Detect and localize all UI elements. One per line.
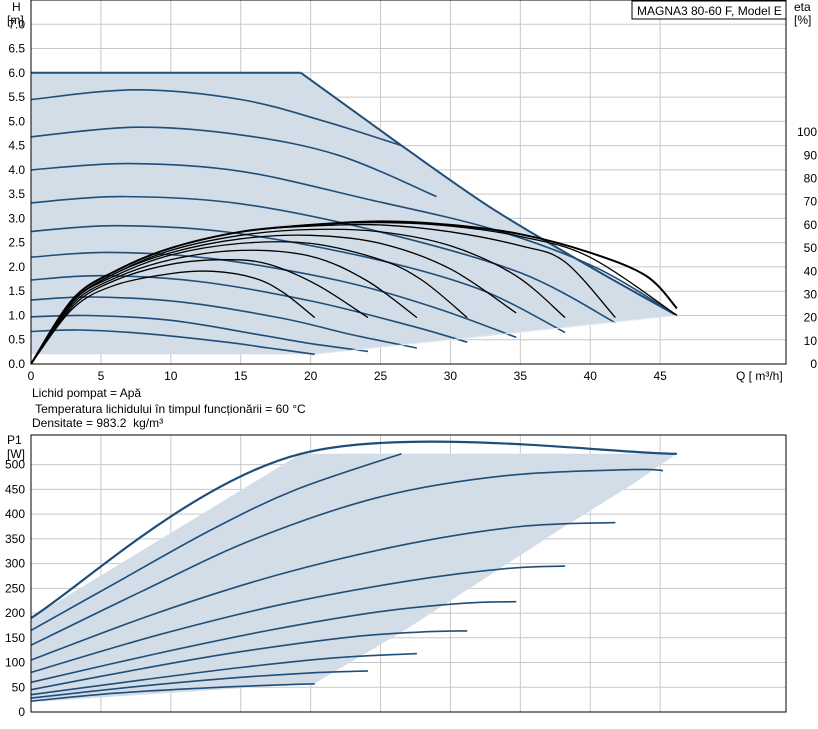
eta-tick-label: 10 — [804, 334, 818, 348]
x-tick-label: 45 — [653, 369, 667, 383]
head-tick-label: 6.0 — [8, 66, 25, 80]
head-tick-label: 5.5 — [8, 90, 25, 104]
power-tick-label: 0 — [18, 705, 25, 719]
eta-axis-label-unit: [%] — [794, 13, 811, 27]
eta-axis-label: eta — [794, 0, 811, 14]
power-tick-label: 100 — [5, 656, 25, 670]
x-tick-label: 40 — [584, 369, 598, 383]
head-tick-label: 0.5 — [8, 333, 25, 347]
head-chart-panel: 0 5 10 15 20 25 30 35 40 45 0.0 0.5 1.0 1.5 2.0 2.5 3.0 3… — [8, 0, 817, 383]
head-tick-label: 0.0 — [8, 357, 25, 371]
eta-tick-label: 40 — [804, 264, 818, 278]
eta-tick-label: 100 — [797, 125, 817, 139]
head-tick-label: 3.0 — [8, 211, 25, 225]
power-axis-label-unit: [W] — [7, 447, 25, 461]
x-tick-label: 15 — [234, 369, 248, 383]
power-tick-label: 250 — [5, 581, 25, 595]
eta-tick-label: 0 — [810, 357, 817, 371]
head-tick-label: 5.0 — [8, 114, 25, 128]
head-axis-label-h: H — [12, 0, 21, 14]
eta-tick-label: 60 — [804, 218, 818, 232]
power-tick-label: 50 — [12, 680, 26, 694]
eta-tick-label: 90 — [804, 148, 818, 162]
eta-tick-label: 70 — [804, 195, 818, 209]
power-tick-label: 150 — [5, 631, 25, 645]
liquid-info-line-2: Temperatura lichidului în timpul funcțio… — [32, 402, 306, 416]
power-chart-panel: 050100150200250300350400450500 — [5, 434, 787, 719]
x-tick-label: 10 — [164, 369, 178, 383]
head-tick-label: 1.5 — [8, 284, 25, 298]
x-tick-label: 20 — [304, 369, 318, 383]
head-tick-label: 3.5 — [8, 187, 25, 201]
flow-axis-label: Q [ m³/h] — [736, 369, 783, 383]
head-tick-label: 1.0 — [8, 308, 25, 322]
eta-tick-label: 80 — [804, 172, 818, 186]
head-envelope-area — [31, 72, 677, 355]
power-tick-label: 200 — [5, 606, 25, 620]
head-tick-label: 4.0 — [8, 163, 25, 177]
x-tick-label: 0 — [28, 369, 35, 383]
head-tick-label: 2.0 — [8, 260, 25, 274]
power-tick-label: 450 — [5, 482, 25, 496]
liquid-info-line-1: Lichid pompat = Apă — [32, 386, 142, 400]
x-tick-label: 30 — [444, 369, 458, 383]
eta-tick-label: 20 — [804, 311, 818, 325]
chart-title: MAGNA3 80-60 F, Model E — [637, 4, 782, 18]
pump-performance-chart: 0 5 10 15 20 25 30 35 40 45 0.0 0.5 1.0 1.5 2.0 2.5 3.0 3… — [5, 0, 817, 719]
head-tick-label: 6.5 — [8, 42, 25, 56]
x-tick-label: 35 — [514, 369, 528, 383]
power-tick-label: 350 — [5, 532, 25, 546]
head-axis-label-unit: [m] — [7, 13, 24, 27]
head-tick-label: 4.5 — [8, 139, 25, 153]
eta-tick-label: 50 — [804, 241, 818, 255]
head-tick-label: 2.5 — [8, 236, 25, 250]
power-tick-label: 300 — [5, 557, 25, 571]
x-tick-label: 5 — [98, 369, 105, 383]
eta-tick-label: 30 — [804, 287, 818, 301]
liquid-info-line-3: Densitate = 983.2 kg/m³ — [32, 416, 164, 430]
power-axis-label: P1 — [7, 433, 22, 447]
power-tick-label: 400 — [5, 507, 25, 521]
x-tick-label: 25 — [374, 369, 388, 383]
power-envelope-area — [31, 453, 677, 703]
